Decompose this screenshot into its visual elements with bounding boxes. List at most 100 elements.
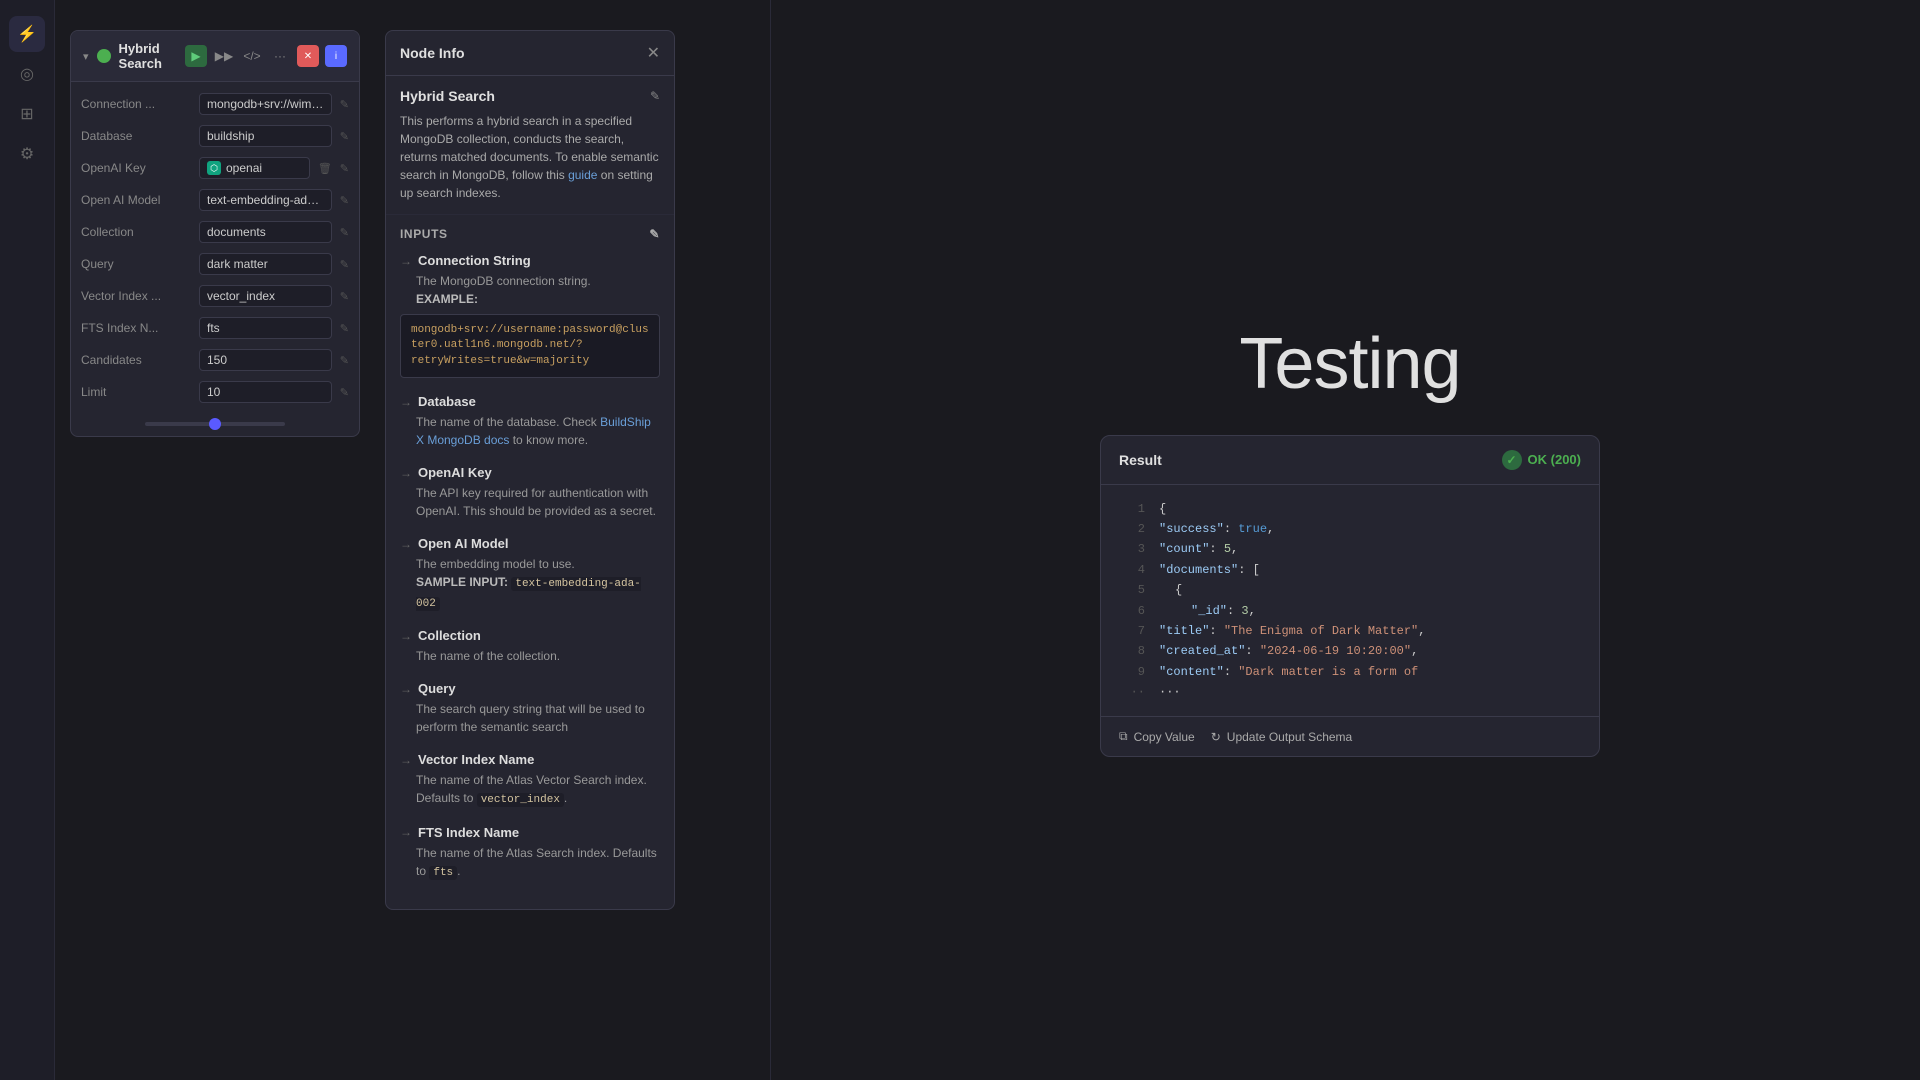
input-arrow-fts: → <box>400 825 412 839</box>
inputs-edit-icon[interactable]: ✎ <box>649 227 660 241</box>
inputs-section: INPUTS ✎ → Connection String The MongoDB… <box>386 215 674 909</box>
guide-link[interactable]: guide <box>568 168 597 182</box>
edit-connection-icon[interactable]: ✎ <box>340 98 349 111</box>
edit-fts-index-icon[interactable]: ✎ <box>340 322 349 335</box>
field-value-vector-index[interactable]: vector_index <box>199 285 332 307</box>
info-panel-title: Node Info <box>400 45 465 61</box>
run-all-btn[interactable]: ▶▶ <box>213 45 235 67</box>
input-name-collection: Collection <box>418 628 481 643</box>
field-fts-index: FTS Index N... fts ✎ <box>71 312 359 344</box>
input-item-collection: → Collection The name of the collection. <box>400 628 660 665</box>
code-btn[interactable]: </> <box>241 45 263 67</box>
input-arrow-collection: → <box>400 629 412 643</box>
result-status-icon: ✓ <box>1502 450 1522 470</box>
buildship-link[interactable]: BuildShip X MongoDB docs <box>416 415 651 447</box>
edit-limit-icon[interactable]: ✎ <box>340 386 349 399</box>
field-label-limit: Limit <box>81 385 191 399</box>
edit-collection-icon[interactable]: ✎ <box>340 226 349 239</box>
result-status-text: OK (200) <box>1528 452 1581 467</box>
info-section-header: Hybrid Search ✎ <box>400 88 660 104</box>
copy-value-btn[interactable]: ⧉ Copy Value <box>1119 729 1195 744</box>
line-content-2: "success": true, <box>1159 519 1274 539</box>
field-label-candidates: Candidates <box>81 353 191 367</box>
field-query: Query dark matter ✎ <box>71 248 359 280</box>
field-vector-index: Vector Index ... vector_index ✎ <box>71 280 359 312</box>
code-line-4: 4 "documents": [ <box>1101 560 1599 580</box>
edit-query-icon[interactable]: ✎ <box>340 258 349 271</box>
input-desc-vector-index: The name of the Atlas Vector Search inde… <box>400 771 660 809</box>
line-content-3: "count": 5, <box>1159 539 1238 559</box>
line-content-9: "content": "Dark matter is a form of <box>1159 662 1418 682</box>
node-slider-thumb[interactable] <box>209 418 221 430</box>
input-item-fts: → FTS Index Name The name of the Atlas S… <box>400 825 660 882</box>
edit-candidates-icon[interactable]: ✎ <box>340 354 349 367</box>
line-num-4: 4 <box>1117 560 1145 580</box>
field-label-openai-key: OpenAI Key <box>81 161 191 175</box>
sidebar-btn-4[interactable]: ⚙ <box>9 136 45 172</box>
code-line-2: 2 "success": true, <box>1101 519 1599 539</box>
field-value-openai-key[interactable]: ⬡ openai <box>199 157 310 179</box>
input-example-connection: mongodb+srv://username:password@cluster0… <box>400 314 660 378</box>
node-header-actions: ▶ ▶▶ </> ··· ✕ i <box>185 45 347 67</box>
update-schema-btn[interactable]: ↻ Update Output Schema <box>1211 730 1352 744</box>
input-name-vector-index: Vector Index Name <box>418 752 534 767</box>
field-value-limit[interactable]: 10 <box>199 381 332 403</box>
line-num-3: 3 <box>1117 539 1145 559</box>
line-content-ellipsis: ··· <box>1159 682 1181 702</box>
input-desc-collection: The name of the collection. <box>400 647 660 665</box>
input-name-openai-key: OpenAI Key <box>418 465 492 480</box>
input-name-connection: Connection String <box>418 253 531 268</box>
info-panel-close-btn[interactable]: ✕ <box>647 43 660 63</box>
node-slider-row <box>71 414 359 436</box>
field-label-connection: Connection ... <box>81 97 191 111</box>
testing-title: Testing <box>1239 323 1460 405</box>
result-footer: ⧉ Copy Value ↻ Update Output Schema <box>1101 716 1599 756</box>
field-openai-key: OpenAI Key ⬡ openai 🗑 ✎ <box>71 152 359 184</box>
input-desc-openai-model: The embedding model to use.SAMPLE INPUT:… <box>400 555 660 612</box>
edit-openai-model-icon[interactable]: ✎ <box>340 194 349 207</box>
result-status: ✓ OK (200) <box>1502 450 1581 470</box>
field-label-openai-model: Open AI Model <box>81 193 191 207</box>
field-collection: Collection documents ✎ <box>71 216 359 248</box>
run-btn[interactable]: ▶ <box>185 45 207 67</box>
sidebar-btn-1[interactable]: ⚡ <box>9 16 45 52</box>
close-node-btn[interactable]: ✕ <box>297 45 319 67</box>
sidebar-btn-3[interactable]: ⊞ <box>9 96 45 132</box>
update-schema-icon: ↻ <box>1211 730 1221 744</box>
copy-value-label: Copy Value <box>1134 730 1195 744</box>
node-panel: ▾ Hybrid Search ▶ ▶▶ </> ··· ✕ i Connect… <box>70 30 360 437</box>
field-database: Database buildship ✎ <box>71 120 359 152</box>
edit-openai-icon[interactable]: ✎ <box>340 162 349 175</box>
edit-vector-index-icon[interactable]: ✎ <box>340 290 349 303</box>
field-value-candidates[interactable]: 150 <box>199 349 332 371</box>
line-num-8: 8 <box>1117 641 1145 661</box>
input-arrow-database: → <box>400 395 412 409</box>
field-value-fts-index[interactable]: fts <box>199 317 332 339</box>
input-desc-query: The search query string that will be use… <box>400 700 660 736</box>
field-value-connection[interactable]: mongodb+srv://wimukt... <box>199 93 332 115</box>
input-item-fts-header: → FTS Index Name <box>400 825 660 840</box>
code-line-3: 3 "count": 5, <box>1101 539 1599 559</box>
code-line-9: 9 "content": "Dark matter is a form of <box>1101 662 1599 682</box>
result-header: Result ✓ OK (200) <box>1101 436 1599 485</box>
line-num-ellipsis: ·· <box>1117 682 1145 702</box>
more-btn[interactable]: ··· <box>269 45 291 67</box>
field-value-collection[interactable]: documents <box>199 221 332 243</box>
delete-openai-icon[interactable]: 🗑 <box>318 162 332 175</box>
input-arrow-vector-index: → <box>400 753 412 767</box>
code-line-8: 8 "created_at": "2024-06-19 10:20:00", <box>1101 641 1599 661</box>
input-arrow-openai-model: → <box>400 537 412 551</box>
node-slider[interactable] <box>145 422 285 426</box>
input-desc-connection: The MongoDB connection string. <box>400 272 660 290</box>
input-item-query: → Query The search query string that wil… <box>400 681 660 736</box>
field-value-openai-model[interactable]: text-embedding-ada-002 <box>199 189 332 211</box>
right-area: Testing Result ✓ OK (200) 1 { 2 "success… <box>780 0 1920 1080</box>
line-content-8: "created_at": "2024-06-19 10:20:00", <box>1159 641 1418 661</box>
collapse-icon[interactable]: ▾ <box>83 50 89 63</box>
field-value-database[interactable]: buildship <box>199 125 332 147</box>
info-btn[interactable]: i <box>325 45 347 67</box>
info-section-edit-icon[interactable]: ✎ <box>650 89 660 103</box>
edit-database-icon[interactable]: ✎ <box>340 130 349 143</box>
sidebar-btn-2[interactable]: ◎ <box>9 56 45 92</box>
field-value-query[interactable]: dark matter <box>199 253 332 275</box>
